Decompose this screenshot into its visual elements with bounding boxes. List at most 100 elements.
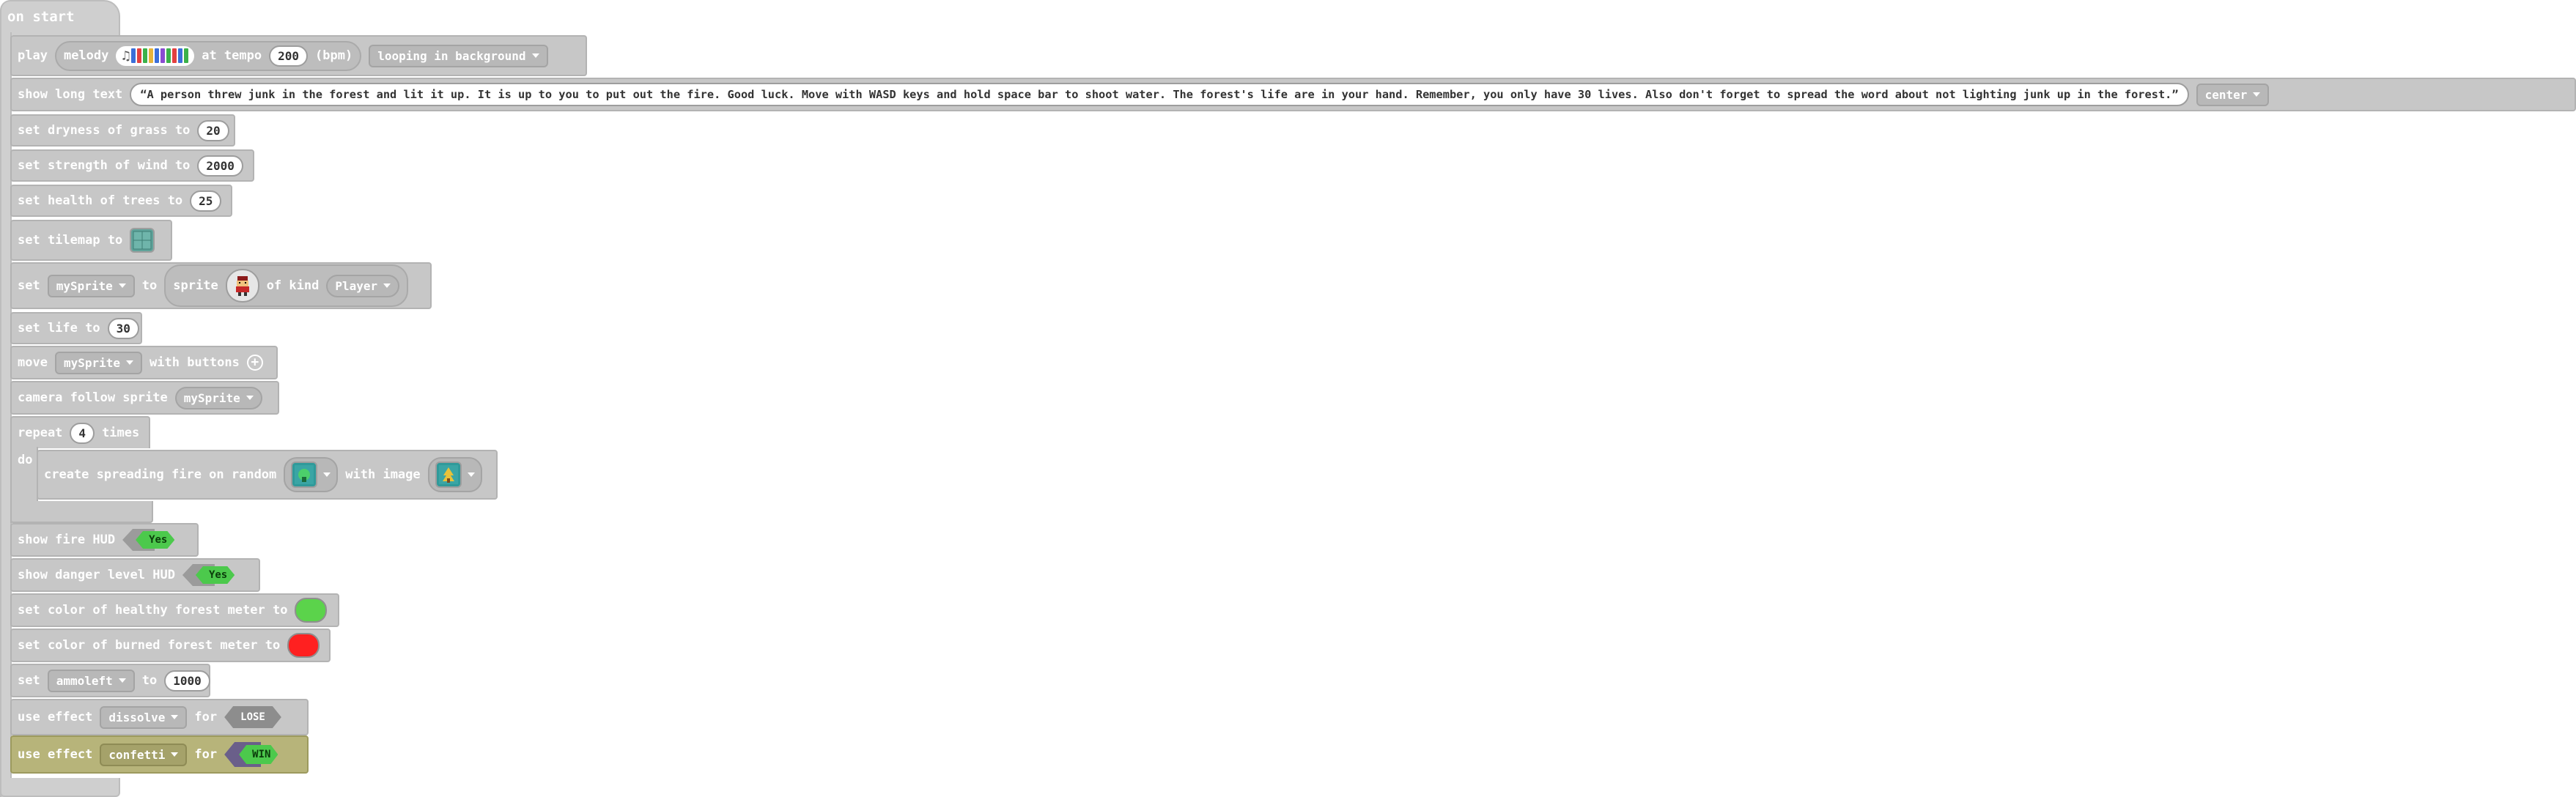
show-fire-hud-block[interactable]: show fire HUD Yes: [10, 523, 199, 557]
melody-note-bar: [137, 48, 142, 63]
of-kind-label: of kind: [266, 278, 320, 293]
sprite-create-pill[interactable]: sprite of kind Player: [164, 264, 409, 307]
move-variable-dropdown[interactable]: mySprite: [54, 351, 143, 374]
chevron-down-icon: [467, 472, 475, 477]
playback-mode-value: looping in background: [377, 48, 526, 63]
playback-mode-dropdown[interactable]: looping in background: [369, 44, 548, 67]
chevron-down-icon: [118, 678, 126, 683]
melody-note-bar: [160, 48, 166, 63]
set-dryness-block[interactable]: set dryness of grass to 20: [10, 114, 235, 147]
fire-hud-toggle[interactable]: Yes: [122, 529, 174, 551]
melody-note-bar: [149, 48, 154, 63]
tempo-input[interactable]: 200: [269, 45, 309, 67]
chevron-down-icon: [171, 715, 179, 719]
effect-lose-block[interactable]: use effect dissolve for LOSE: [10, 699, 309, 735]
chevron-down-icon: [531, 53, 539, 58]
play-label: play: [18, 48, 48, 63]
add-icon[interactable]: +: [246, 355, 263, 371]
set-life-block[interactable]: set life to 30: [10, 312, 142, 344]
camera-variable-value: mySprite: [183, 390, 240, 405]
create-fire-block[interactable]: create spreading fire on random with ima…: [37, 450, 498, 500]
variable-dropdown[interactable]: mySprite: [47, 274, 135, 297]
set-label: set: [18, 673, 40, 688]
chevron-down-icon: [383, 283, 391, 288]
text-align-value: center: [2204, 87, 2248, 102]
burned-color-swatch[interactable]: [287, 633, 320, 658]
set-sprite-block[interactable]: set mySprite to sprite of kind Player: [10, 262, 432, 309]
tilemap-picker[interactable]: [130, 228, 155, 253]
long-text-input[interactable]: “A person threw junk in the forest and l…: [130, 83, 2189, 106]
show-fire-hud-label: show fire HUD: [18, 533, 116, 547]
burned-color-block[interactable]: set color of burned forest meter to: [10, 629, 331, 662]
repeat-block[interactable]: repeat 4 times: [10, 416, 150, 448]
show-long-text-block[interactable]: show long text “A person threw junk in t…: [10, 78, 2576, 111]
win-target-label: WIN: [239, 745, 278, 764]
chevron-down-icon: [246, 396, 254, 400]
on-start-label: on start: [7, 9, 75, 25]
tilemap-icon: [133, 231, 152, 250]
fire-image-dropdown[interactable]: [427, 457, 482, 492]
fire-tile-image: [291, 461, 318, 488]
dryness-input[interactable]: 20: [197, 119, 229, 141]
use-effect-label: use effect: [18, 747, 93, 762]
bpm-label: (bpm): [315, 48, 353, 63]
ammo-input[interactable]: 1000: [164, 670, 210, 692]
effect-dropdown[interactable]: dissolve: [100, 705, 188, 729]
sprite-image-picker[interactable]: [225, 269, 259, 303]
set-wind-block[interactable]: set strength of wind to 2000: [10, 149, 254, 182]
music-note-icon: ♫: [122, 48, 130, 64]
at-tempo-label: at tempo: [202, 48, 262, 63]
kind-dropdown[interactable]: Player: [326, 274, 400, 297]
repeat-footer: [10, 501, 153, 523]
set-ammo-block[interactable]: set ammoleft to 1000: [10, 664, 210, 697]
life-input[interactable]: 30: [107, 317, 139, 339]
sprite-label: sprite: [173, 278, 218, 293]
set-wind-label: set strength of wind to: [18, 158, 191, 173]
effect-value: dissolve: [108, 710, 166, 724]
chevron-down-icon: [2253, 92, 2261, 97]
use-effect-label: use effect: [18, 710, 93, 724]
move-with-buttons-block[interactable]: move mySprite with buttons +: [10, 346, 278, 379]
melody-note-bar: [172, 48, 177, 63]
danger-hud-toggle[interactable]: Yes: [182, 564, 235, 586]
toggle-on-label: Yes: [136, 531, 174, 549]
melody-note-bar: [143, 48, 148, 63]
melody-editor[interactable]: ♫: [116, 45, 195, 66]
fire-tile-dropdown[interactable]: [284, 457, 339, 492]
on-start-footer: [0, 778, 120, 797]
melody-pill[interactable]: melody ♫ at tempo 200 (bpm): [54, 40, 362, 71]
lose-target-label: LOSE: [240, 711, 265, 723]
healthy-color-swatch[interactable]: [295, 598, 328, 623]
win-target[interactable]: WIN: [224, 742, 278, 767]
healthy-color-block[interactable]: set color of healthy forest meter to: [10, 593, 339, 627]
ammo-variable-value: ammoleft: [56, 673, 113, 688]
chevron-down-icon: [323, 472, 331, 477]
melody-note-bar: [131, 48, 136, 63]
camera-follow-block[interactable]: camera follow sprite mySprite: [10, 381, 279, 415]
effect-value: confetti: [108, 747, 166, 762]
effect-win-block[interactable]: use effect confetti for WIN: [10, 735, 309, 774]
kind-value: Player: [335, 278, 378, 293]
lose-target[interactable]: LOSE: [224, 706, 281, 728]
on-start-block[interactable]: on start: [0, 0, 120, 35]
grass-tile-icon: [295, 465, 314, 484]
set-tilemap-block[interactable]: set tilemap to: [10, 220, 172, 261]
wind-input[interactable]: 2000: [197, 155, 243, 177]
for-label: for: [194, 710, 218, 724]
burned-color-label: set color of burned forest meter to: [18, 638, 281, 653]
ammo-variable-dropdown[interactable]: ammoleft: [47, 669, 135, 692]
text-align-dropdown[interactable]: center: [2196, 83, 2270, 106]
set-life-label: set life to: [18, 321, 100, 336]
chevron-down-icon: [126, 360, 134, 365]
camera-variable-dropdown[interactable]: mySprite: [174, 386, 262, 409]
show-danger-hud-block[interactable]: show danger level HUD Yes: [10, 558, 260, 592]
variable-value: mySprite: [56, 278, 113, 293]
play-melody-block[interactable]: play melody ♫ at tempo 200 (bpm) looping…: [10, 35, 587, 76]
set-health-block[interactable]: set health of trees to 25: [10, 185, 232, 217]
create-fire-label: create spreading fire on random: [44, 467, 277, 482]
repeat-count-input[interactable]: 4: [70, 422, 95, 444]
fire-image: [435, 461, 462, 488]
to-label: to: [141, 673, 158, 688]
health-input[interactable]: 25: [190, 190, 222, 212]
effect-dropdown[interactable]: confetti: [100, 743, 188, 766]
